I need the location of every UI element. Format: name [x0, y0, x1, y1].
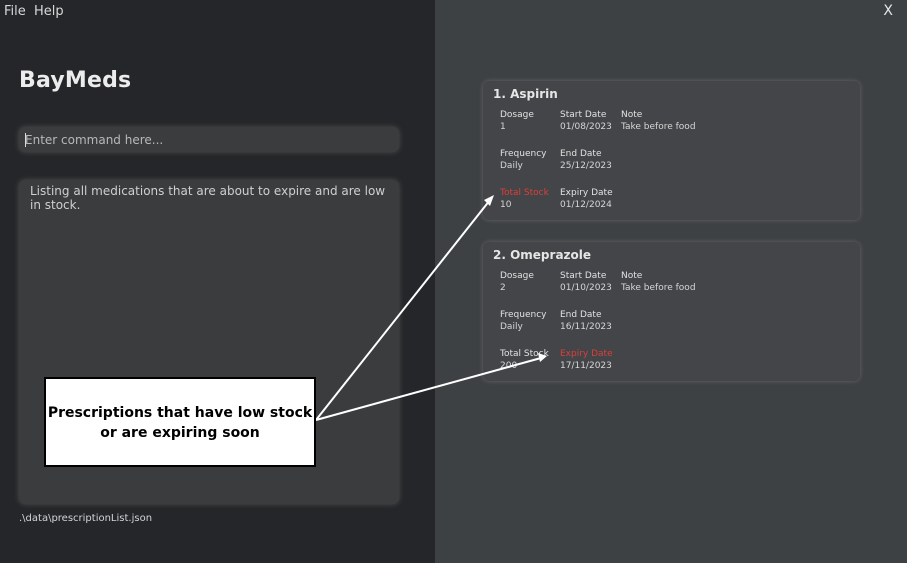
total-stock-label-warning: Total Stock [500, 188, 549, 198]
app-title: BayMeds [19, 68, 132, 93]
start-date-value: 01/10/2023 [560, 283, 612, 293]
status-bar-path: .\data\prescriptionList.json [19, 513, 153, 524]
frequency-label: Frequency [500, 310, 547, 320]
note-label: Note [621, 271, 643, 281]
file-menu[interactable]: File [4, 4, 26, 19]
note-value: Take before food [621, 122, 696, 132]
start-date-label: Start Date [560, 271, 607, 281]
dosage-label: Dosage [500, 271, 534, 281]
annotation-callout: Prescriptions that have low stock or are… [44, 377, 316, 467]
dosage-value: 2 [500, 283, 506, 293]
command-input[interactable] [25, 127, 390, 152]
dosage-value: 1 [500, 122, 506, 132]
help-menu[interactable]: Help [34, 4, 64, 19]
prescription-title: 1. Aspirin [493, 87, 558, 101]
frequency-value: Daily [500, 161, 523, 171]
start-date-label: Start Date [560, 110, 607, 120]
dosage-label: Dosage [500, 110, 534, 120]
total-stock-label: Total Stock [500, 349, 549, 359]
annotation-line-2: or are expiring soon [100, 425, 260, 441]
total-stock-value: 10 [500, 200, 512, 210]
annotation-line-1: Prescriptions that have low stock [47, 405, 313, 421]
total-stock-value: 200 [500, 361, 518, 371]
expiry-date-label: Expiry Date [560, 188, 613, 198]
note-label: Note [621, 110, 643, 120]
end-date-label: End Date [560, 149, 602, 159]
expiry-date-label-warning: Expiry Date [560, 349, 613, 359]
end-date-value: 25/12/2023 [560, 161, 612, 171]
frequency-value: Daily [500, 322, 523, 332]
prescription-card-aspirin[interactable]: 1. Aspirin Dosage 1 Start Date 01/08/202… [483, 81, 860, 220]
expiry-date-value: 01/12/2024 [560, 200, 612, 210]
prescription-card-omeprazole[interactable]: 2. Omeprazole Dosage 2 Start Date 01/10/… [483, 242, 860, 381]
prescription-title: 2. Omeprazole [493, 248, 592, 262]
result-message: Listing all medications that are about t… [30, 184, 386, 212]
annotation-text: Prescriptions that have low stock or are… [46, 403, 314, 443]
expiry-date-value: 17/11/2023 [560, 361, 612, 371]
note-value: Take before food [621, 283, 696, 293]
command-box [19, 127, 399, 152]
close-button[interactable]: X [883, 3, 893, 19]
frequency-label: Frequency [500, 149, 547, 159]
start-date-value: 01/08/2023 [560, 122, 612, 132]
end-date-value: 16/11/2023 [560, 322, 612, 332]
end-date-label: End Date [560, 310, 602, 320]
